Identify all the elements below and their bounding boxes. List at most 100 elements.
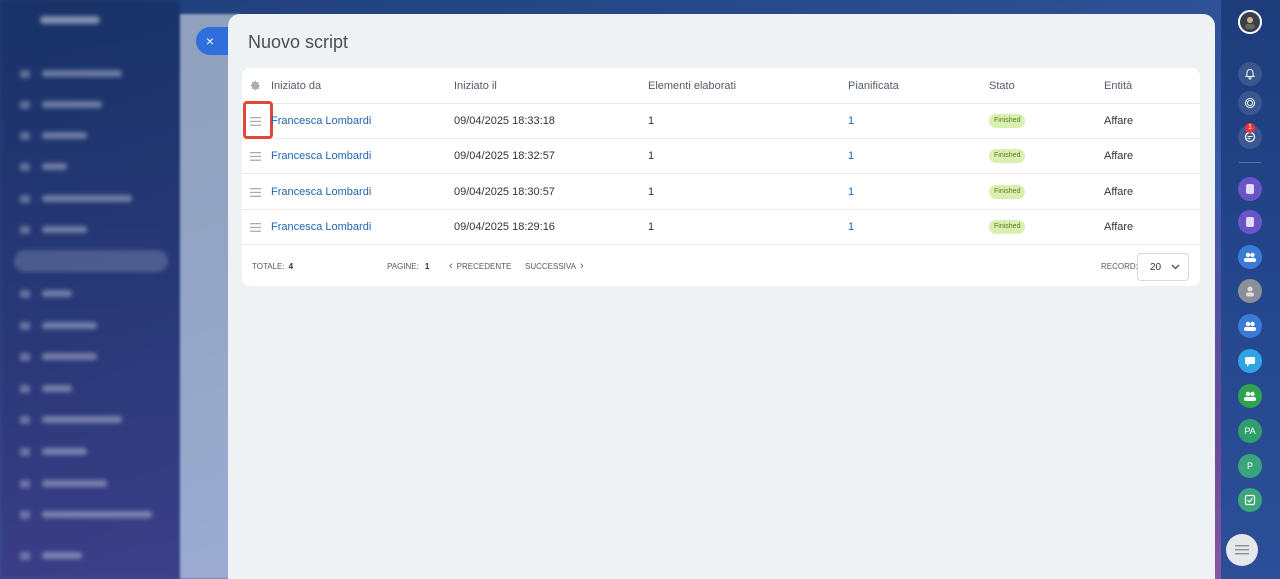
status-cell: Finished [989,210,1026,244]
grid-footer: TOTALE: 4 PAGINE: 1 ‹ PRECEDENTE SUCCESSIV… [242,246,1200,286]
entity-cell: Affare [1104,186,1134,198]
sidebar-item [20,448,160,456]
start-date: 09/04/2025 18:30:57 [454,186,555,198]
user-avatar[interactable] [1238,10,1262,34]
status-badge: Finished [989,220,1026,234]
group-icon[interactable] [1238,384,1262,408]
contact-avatar[interactable] [1238,279,1262,303]
group-icon[interactable] [1238,245,1262,269]
app-logo [40,16,100,24]
notification-badge: 1 [1245,123,1255,133]
start-date: 09/04/2025 18:32:57 [454,150,555,162]
runs-grid: Iniziato da Iniziato il Elementi elabora… [242,68,1200,286]
prev-label: PRECEDENTE [456,261,512,271]
sidebar-item [20,552,160,560]
close-slider-button[interactable]: × [196,27,228,55]
entity-cell: Affare [1104,221,1134,233]
user-link[interactable]: Francesca Lombardi [271,210,371,244]
sidebar-item [20,163,160,171]
pages-count: PAGINE: 1 [387,246,429,286]
sidebar-item [20,290,160,298]
chevron-left-icon: ‹ [449,260,453,272]
script-slider-panel: Nuovo script Iniziato da Iniziato il Ele… [228,14,1215,579]
status-cell: Finished [989,104,1026,138]
pages-value: 1 [424,261,430,271]
sidebar-item [20,70,160,78]
chevron-right-icon: › [579,260,584,272]
user-link[interactable]: Francesca Lombardi [271,139,371,173]
row-menu-button[interactable] [248,139,262,173]
sidebar-item [20,132,160,140]
column-header-started-on[interactable]: Iniziato il [454,68,497,103]
prev-page-button[interactable]: ‹ PRECEDENTE [449,246,511,286]
contact-avatar-p[interactable]: P [1238,454,1262,478]
records-per-page-select[interactable]: 20 [1137,253,1189,281]
sidebar-item [20,511,160,519]
sidebar-item [20,195,160,203]
table-row: Francesca Lombardi 09/04/2025 18:30:57 1… [242,175,1200,210]
status-badge: Finished [989,185,1026,199]
total-label: TOTALE: [252,261,285,271]
group-chat-icon[interactable] [1238,177,1262,201]
sidebar-item-active [14,250,168,272]
processed-count: 1 [648,186,655,198]
sidebar-item [20,353,160,361]
record-label: RECORD: [1101,261,1138,271]
column-header-entity[interactable]: Entità [1104,68,1132,103]
grid-header: Iniziato da Iniziato il Elementi elabora… [242,68,1200,104]
processed-count: 1 [648,150,655,162]
column-header-processed[interactable]: Elementi elaborati [648,68,736,103]
menu-icon [249,222,261,232]
sidebar-item [20,322,160,330]
table-row: Francesca Lombardi 09/04/2025 18:32:57 1… [242,139,1200,174]
group-icon[interactable] [1238,314,1262,338]
contact-avatar-pa[interactable]: PA [1238,419,1262,443]
sidebar-item [20,101,160,109]
checklist-icon[interactable] [1238,488,1262,512]
next-label: SUCCESSIVA [525,261,576,271]
right-sidebar: PA P [1221,0,1280,579]
column-header-status[interactable]: Stato [989,68,1015,103]
menu-icon [249,151,261,161]
scheduled-count[interactable]: 1 [848,139,854,173]
sidebar-item [20,480,160,488]
table-row: Francesca Lombardi 09/04/2025 18:33:18 1… [242,101,1200,139]
app-sidebar-blurred [0,0,180,579]
chevron-down-icon [1171,264,1180,270]
total-value: 4 [288,261,294,271]
scheduled-count[interactable]: 1 [848,175,854,209]
status-cell: Finished [989,175,1026,209]
entity-cell: Affare [1104,115,1134,127]
total-count: TOTALE: 4 [252,246,293,286]
sidebar-item [20,416,160,424]
processed-count: 1 [648,221,655,233]
page-title: Nuovo script [248,32,349,52]
processed-count: 1 [648,115,655,127]
row-menu-button[interactable] [248,210,262,244]
message-icon[interactable] [1238,349,1262,373]
divider [1239,162,1261,163]
group-chat-icon[interactable] [1238,210,1262,234]
close-icon: × [205,33,215,49]
row-menu-button[interactable] [248,175,262,209]
highlight-box [243,101,273,139]
sidebar-item [20,385,160,393]
chat-fab-button[interactable] [1226,534,1258,566]
records-value: 20 [1150,261,1162,273]
scheduled-count[interactable]: 1 [848,104,854,138]
user-link[interactable]: Francesca Lombardi [271,175,371,209]
gear-icon[interactable] [248,68,262,103]
status-badge: Finished [989,114,1026,128]
scheduled-count[interactable]: 1 [848,210,854,244]
user-link[interactable]: Francesca Lombardi [271,104,371,138]
next-page-button[interactable]: SUCCESSIVA › [525,246,584,286]
row-menu-button[interactable] [243,101,273,139]
sidebar-item [20,226,160,234]
status-cell: Finished [989,139,1026,173]
activity-icon[interactable] [1238,91,1262,115]
bell-icon[interactable] [1238,62,1262,86]
start-date: 09/04/2025 18:29:16 [454,221,555,233]
column-header-scheduled[interactable]: Pianificata [848,68,899,103]
column-header-started-by[interactable]: Iniziato da [271,68,321,103]
start-date: 09/04/2025 18:33:18 [454,115,555,127]
